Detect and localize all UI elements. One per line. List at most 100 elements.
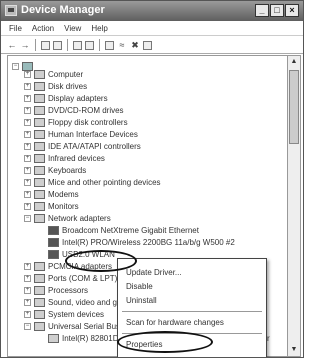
tree-item-label: Infrared devices	[48, 153, 105, 163]
menu-bar: File Action View Help	[1, 21, 303, 36]
tree-item-label: Monitors	[48, 201, 79, 211]
tree-item-label: Modems	[48, 189, 79, 199]
properties-icon[interactable]	[41, 40, 50, 50]
tree-item[interactable]: + Infrared devices	[24, 152, 105, 164]
toolbar: ← → ≈ ✖	[1, 37, 303, 54]
back-arrow-icon[interactable]: ←	[7, 40, 17, 50]
expand-icon[interactable]: +	[24, 106, 31, 114]
forward-arrow-icon[interactable]: →	[20, 40, 30, 50]
uninstall-icon[interactable]: ≈	[117, 40, 127, 50]
scroll-up-icon[interactable]: ▲	[288, 56, 300, 68]
disable-icon[interactable]: ✖	[130, 40, 140, 50]
expand-icon[interactable]: +	[24, 274, 31, 282]
menu-action[interactable]: Action	[32, 24, 54, 33]
tree-item-label: Computer	[48, 69, 84, 79]
expand-icon[interactable]: +	[24, 298, 31, 306]
tree-item[interactable]: Intel(R) PRO/Wireless 2200BG 11a/b/g W50…	[48, 236, 235, 248]
tree-item-label: USB2.0 WLAN	[62, 249, 115, 259]
expand-icon[interactable]: +	[24, 178, 31, 186]
computer-icon[interactable]	[85, 40, 94, 50]
tree-item[interactable]: + DVD/CD-ROM drives	[24, 104, 124, 116]
scroll-down-icon[interactable]: ▼	[288, 344, 300, 356]
tree-item-label: Broadcom NetXtreme Gigabit Ethernet	[62, 225, 199, 235]
maximize-button[interactable]: □	[270, 4, 284, 17]
collapse-icon[interactable]: −	[12, 62, 19, 70]
expand-icon[interactable]: +	[24, 166, 31, 174]
driver-icon[interactable]	[143, 40, 152, 50]
tree-item[interactable]: + Processors	[24, 284, 88, 296]
window-controls: _ □ ×	[255, 4, 299, 17]
tree-item-label: Human Interface Devices	[48, 129, 138, 139]
menu-file[interactable]: File	[9, 24, 22, 33]
usb-controller-icon	[48, 333, 59, 343]
expand-icon[interactable]: +	[24, 94, 31, 102]
network-card-icon	[48, 249, 59, 259]
disk-drive-icon	[34, 81, 45, 91]
computer-icon	[34, 69, 45, 79]
scan-icon[interactable]	[105, 40, 114, 50]
expand-icon[interactable]: +	[24, 82, 31, 90]
tree-item[interactable]: + Human Interface Devices	[24, 128, 138, 140]
tree-item[interactable]: + Keyboards	[24, 164, 86, 176]
context-menu: Update Driver... Disable Uninstall Scan …	[117, 258, 267, 357]
tree-item[interactable]: + Monitors	[24, 200, 79, 212]
tree-item[interactable]: + IDE ATA/ATAPI controllers	[24, 140, 141, 152]
tree-item[interactable]: + Disk drives	[24, 80, 87, 92]
tree-item[interactable]: + Modems	[24, 188, 79, 200]
menu-uninstall[interactable]: Uninstall	[126, 295, 157, 307]
menu-properties[interactable]: Properties	[126, 339, 162, 351]
expand-icon[interactable]: +	[24, 142, 31, 150]
tree-item[interactable]: + Display adapters	[24, 92, 108, 104]
tree-item-label: DVD/CD-ROM drives	[48, 105, 124, 115]
infrared-icon	[34, 153, 45, 163]
expand-icon[interactable]: +	[24, 286, 31, 294]
tree-item[interactable]: Broadcom NetXtreme Gigabit Ethernet	[48, 224, 199, 236]
tree-item-label: Display adapters	[48, 93, 108, 103]
expand-icon[interactable]: +	[24, 190, 31, 198]
tree-item[interactable]: + PCMCIA adapters	[24, 260, 112, 272]
menu-disable[interactable]: Disable	[126, 281, 153, 293]
tree-item[interactable]: + System devices	[24, 308, 104, 320]
menu-separator	[122, 311, 262, 312]
tree-item[interactable]: + Mice and other pointing devices	[24, 176, 161, 188]
expand-icon[interactable]: +	[24, 154, 31, 162]
tree-item-label: Processors	[48, 285, 89, 295]
tree-item[interactable]: − Network adapters	[24, 212, 111, 224]
title-bar[interactable]: Device Manager _ □ ×	[1, 1, 303, 21]
floppy-icon	[34, 117, 45, 127]
network-card-icon	[48, 225, 59, 235]
tree-item[interactable]: + Floppy disk controllers	[24, 116, 128, 128]
collapse-icon[interactable]: −	[24, 214, 31, 222]
expand-icon[interactable]: +	[24, 70, 31, 78]
network-card-icon	[48, 237, 59, 247]
expand-icon[interactable]: +	[24, 310, 31, 318]
dvd-drive-icon	[34, 105, 45, 115]
expand-icon[interactable]: +	[24, 202, 31, 210]
scroll-thumb[interactable]	[289, 70, 299, 144]
menu-view[interactable]: View	[64, 24, 81, 33]
menu-help[interactable]: Help	[91, 24, 107, 33]
tree-item-usb-wlan[interactable]: USB2.0 WLAN	[48, 248, 115, 260]
tree-item[interactable]: + Ports (COM & LPT)	[24, 272, 117, 284]
expand-icon[interactable]: +	[24, 262, 31, 270]
modem-icon	[34, 189, 45, 199]
device-manager-icon	[5, 5, 17, 16]
vertical-scrollbar[interactable]: ▲ ▼	[287, 55, 301, 357]
close-button[interactable]: ×	[285, 4, 299, 17]
menu-scan-hardware[interactable]: Scan for hardware changes	[126, 317, 224, 329]
keyboard-icon	[34, 165, 45, 175]
menu-separator	[122, 333, 262, 334]
expand-icon[interactable]: +	[24, 130, 31, 138]
toolbar-separator	[35, 39, 36, 51]
tree-item-label: Network adapters	[48, 213, 111, 223]
tree-item[interactable]: + Computer	[24, 68, 83, 80]
help-icon[interactable]	[73, 40, 82, 50]
network-adapter-icon	[34, 213, 45, 223]
collapse-icon[interactable]: −	[24, 322, 31, 330]
tree-item-label: PCMCIA adapters	[48, 261, 113, 271]
menu-update-driver[interactable]: Update Driver...	[126, 267, 182, 279]
ide-controller-icon	[34, 141, 45, 151]
expand-icon[interactable]: +	[24, 118, 31, 126]
print-icon[interactable]	[53, 40, 62, 50]
minimize-button[interactable]: _	[255, 4, 269, 17]
